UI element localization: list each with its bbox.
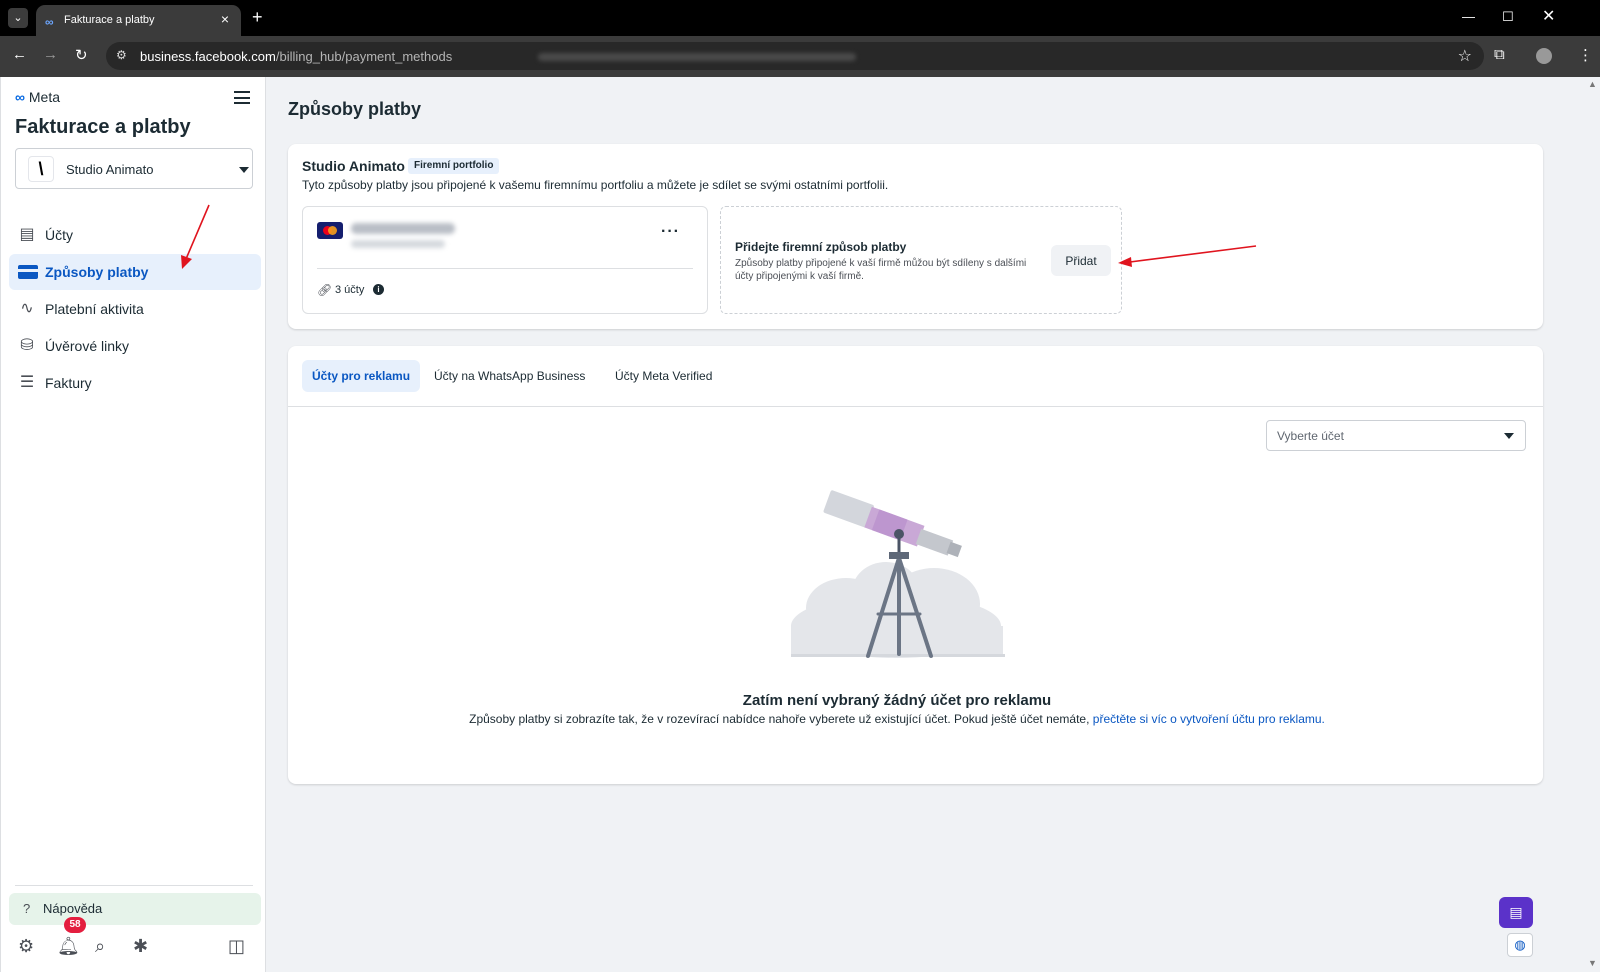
extensions-icon[interactable]: ⧉ [1494, 46, 1505, 63]
scroll-down-icon[interactable]: ▼ [1588, 958, 1597, 968]
tripod-mount [889, 552, 909, 559]
portfolio-type-badge: Firemní portfolio [408, 158, 500, 174]
portfolio-payment-methods-card: Studio Animato Firemní portfolio Tyto zp… [288, 144, 1543, 329]
account-select-placeholder: Vyberte účet [1277, 429, 1344, 443]
meta-favicon-icon: ∞ [45, 15, 54, 29]
telescope-tube [823, 490, 962, 558]
search-icon[interactable]: ⌕ [95, 936, 105, 957]
globe-icon[interactable]: ◍ [1507, 933, 1533, 957]
help-label: Nápověda [43, 901, 103, 916]
tab-title: Fakturace a platby [64, 14, 155, 26]
link-icon: 🔗︎ [317, 283, 333, 297]
invoice-icon: ☰ [19, 374, 35, 391]
browser-tab[interactable]: ∞ Fakturace a platby × [36, 5, 241, 36]
empty-state-text: Způsoby platby si zobrazíte tak, že v ro… [469, 712, 1093, 726]
help-icon: ? [23, 901, 31, 916]
sidebar-item-label: Účty [45, 227, 73, 243]
empty-state-title: Zatím není vybraný žádný účet pro reklam… [742, 692, 1052, 709]
sidebar-item-payment-activity[interactable]: ∿ Platební aktivita [9, 291, 261, 327]
chat-support-icon[interactable]: ▤ [1499, 897, 1533, 928]
portfolio-name: Studio Animato [302, 158, 405, 174]
more-options-button[interactable]: ··· [661, 223, 680, 241]
learn-more-link[interactable]: přečtěte si víc o vytvoření účtu pro rek… [1093, 712, 1325, 726]
payment-method-card[interactable]: ··· 🔗︎ 3 účty i [302, 206, 708, 314]
accounts-icon: ▤ [19, 226, 35, 243]
scroll-up-icon[interactable]: ▲ [1588, 79, 1597, 89]
bookmark-star-icon[interactable]: ☆ [1458, 46, 1472, 66]
back-icon[interactable]: ← [12, 46, 27, 63]
meta-infinity-icon: ∞ [15, 89, 25, 105]
sidebar-item-credit-lines[interactable]: ⛁ Úvěrové linky [9, 328, 261, 364]
url-domain: business.facebook.com [140, 49, 276, 64]
help-button[interactable]: ? Nápověda [9, 893, 261, 925]
app-title: Fakturace a platby [15, 116, 191, 138]
credit-line-icon: ⛁ [20, 337, 34, 354]
maximize-icon[interactable]: ☐ [1502, 9, 1514, 25]
sidebar-item-label: Úvěrové linky [45, 338, 130, 354]
collapse-panel-icon[interactable]: ◫ [228, 936, 245, 957]
notifications-badge: 58 [64, 917, 86, 933]
sidebar-item-label: Faktury [45, 375, 92, 391]
tabs-divider [288, 406, 1543, 407]
add-payment-method-card: Přidejte firemní způsob platby Způsoby p… [720, 206, 1122, 314]
account-select[interactable]: Vyberte účet [1266, 420, 1526, 451]
meta-logo[interactable]: ∞ Meta [15, 89, 60, 105]
empty-state-description: Způsoby platby si zobrazíte tak, že v ro… [288, 712, 1506, 726]
meta-brand-name: Meta [28, 89, 60, 105]
sidebar-nav: ▤ Účty Způsoby platby ∿ Platební aktivit… [9, 217, 261, 402]
url-path: /billing_hub/payment_methods [275, 49, 453, 64]
business-name: Studio Animato [66, 162, 154, 177]
browser-menu-icon[interactable]: ⋮ [1578, 46, 1593, 64]
new-tab-icon[interactable]: + [252, 8, 263, 26]
notifications-bell-icon[interactable]: 🔔︎ [57, 936, 80, 957]
sidebar-divider [15, 885, 253, 886]
card-divider [317, 268, 693, 269]
chevron-down-icon [239, 167, 249, 173]
settings-gear-icon[interactable]: ⚙ [18, 936, 34, 957]
linked-accounts-count[interactable]: 3 účty [335, 284, 364, 296]
chevron-down-icon [1504, 433, 1514, 439]
sidebar-item-accounts[interactable]: ▤ Účty [9, 217, 261, 253]
add-payment-title: Přidejte firemní způsob platby [735, 240, 907, 254]
url-query-blurred [538, 53, 856, 61]
telescope-illustration [791, 490, 1005, 658]
sidebar-item-payment-methods[interactable]: Způsoby platby [9, 254, 261, 290]
url-text: business.facebook.com/billing_hub/paymen… [140, 49, 452, 64]
activity-icon: ∿ [20, 300, 34, 317]
forward-icon[interactable]: → [43, 46, 58, 63]
card-number-blurred [351, 223, 455, 234]
sidebar-item-label: Způsoby platby [45, 264, 149, 280]
tab-close-icon[interactable]: × [221, 11, 229, 27]
credit-card-icon [18, 265, 38, 279]
browser-tab-bar: ⌄ ∞ Fakturace a platby × + — ☐ ✕ [0, 0, 1600, 36]
sidebar-item-label: Platební aktivita [45, 301, 144, 317]
main-content: Způsoby platby Studio Animato Firemní po… [266, 77, 1586, 972]
page-scrollbar[interactable]: ▲ ▼ [1586, 77, 1600, 972]
add-payment-description: Způsoby platby připojené k vaší firmě mů… [735, 258, 1027, 282]
info-icon[interactable]: i [373, 284, 384, 295]
reload-icon[interactable]: ↻ [75, 46, 88, 64]
add-button[interactable]: Přidat [1051, 245, 1111, 276]
tab-search-button[interactable]: ⌄ [8, 8, 28, 28]
card-expiry-blurred [351, 240, 445, 248]
profile-avatar[interactable] [1536, 48, 1552, 64]
window-close-icon[interactable]: ✕ [1542, 6, 1555, 26]
browser-nav-bar: ← → ↻ ⚙ business.facebook.com/billing_hu… [0, 36, 1600, 77]
sidebar-item-invoices[interactable]: ☰ Faktury [9, 365, 261, 401]
page-title: Způsoby platby [288, 99, 422, 119]
accounts-card: Účty pro reklamu Účty na WhatsApp Busine… [288, 346, 1543, 784]
minimize-icon[interactable]: — [1462, 9, 1475, 24]
left-sidebar: ∞ Meta Fakturace a platby \ Studio Anima… [0, 77, 266, 972]
tab-ad-accounts[interactable]: Účty pro reklamu [302, 360, 421, 392]
mastercard-icon [317, 222, 343, 239]
site-info-icon[interactable]: ⚙ [116, 48, 127, 62]
business-logo: \ [28, 156, 54, 182]
tab-whatsapp-accounts[interactable]: Účty na WhatsApp Business [424, 360, 595, 392]
portfolio-description: Tyto způsoby platby jsou připojené k vaš… [302, 178, 889, 192]
bug-report-icon[interactable]: ✱ [133, 936, 148, 957]
business-portfolio-select[interactable]: \ Studio Animato [15, 148, 253, 189]
tab-meta-verified-accounts[interactable]: Účty Meta Verified [605, 360, 722, 392]
hamburger-menu-icon[interactable] [234, 91, 250, 104]
address-bar[interactable]: ⚙ business.facebook.com/billing_hub/paym… [106, 42, 1484, 70]
